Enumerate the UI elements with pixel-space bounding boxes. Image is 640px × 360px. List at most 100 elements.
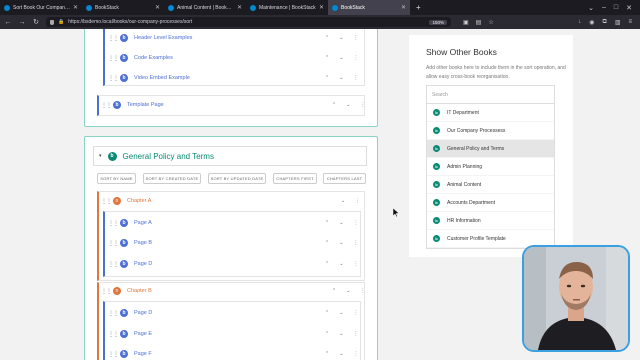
bookmark-icon[interactable]: ☆ <box>488 19 493 26</box>
address-bar[interactable]: 🔒 https://bsdemo.local/books/our-company… <box>46 17 451 27</box>
item-move-controls[interactable]: ⌃ ⌄ ⋮ <box>332 288 365 294</box>
item-move-controls[interactable]: ⌃ ⌄ ⋮ <box>325 331 358 337</box>
item-move-controls[interactable]: ⌃ ⌄ ⋮ <box>325 240 358 246</box>
drag-handle-icon[interactable]: ⋮⋮ <box>108 310 119 317</box>
drag-handle-icon[interactable]: ⋮⋮ <box>101 198 112 205</box>
browser-tab[interactable]: Animal Content | BookStack ✕ <box>164 0 246 15</box>
sortable-page-item[interactable]: ⋮⋮ b Page F <box>108 345 152 360</box>
book-list-item[interactable]: b IT Department <box>427 104 554 122</box>
book-list-item[interactable]: b Admin Planning <box>427 158 554 176</box>
drag-handle-icon[interactable]: ⋮⋮ <box>101 288 112 295</box>
drag-handle-icon[interactable]: ⋮⋮ <box>101 102 112 109</box>
item-move-controls[interactable]: ⌃ ⌄ ⋮ <box>325 310 358 316</box>
bookstack-favicon-icon <box>250 4 256 11</box>
sort-by-updated-date-button[interactable]: SORT BY UPDATED DATE <box>208 173 266 184</box>
book-list-item[interactable]: b HR Information <box>427 212 554 230</box>
sortable-page-item[interactable]: ⋮⋮ b Code Examples <box>108 49 173 67</box>
sortable-page-item[interactable]: ⋮⋮ b Page D <box>108 255 152 273</box>
drag-handle-icon[interactable]: ⋮⋮ <box>108 220 119 227</box>
sortable-page-item[interactable]: ⋮⋮ b Page D <box>108 304 152 322</box>
extension-icon[interactable]: ▣ <box>463 19 469 26</box>
book-name: Our Company Processess <box>447 127 506 134</box>
menu-icon[interactable]: ≡ <box>628 19 632 26</box>
drag-handle-icon[interactable]: ⋮⋮ <box>108 55 119 62</box>
item-move-controls[interactable]: ⌃ ⌄ ⋮ <box>325 75 358 81</box>
sort-by-name-button[interactable]: SORT BY NAME <box>97 173 136 184</box>
sortable-page-item[interactable]: ⋮⋮ b Page E <box>108 325 152 343</box>
extensions-icon[interactable]: ⧉ <box>603 19 607 26</box>
page-icon: b <box>120 330 128 338</box>
close-tab-icon[interactable]: ✕ <box>237 4 242 11</box>
book-name: General Policy and Terms <box>447 145 505 152</box>
chapters-first-button[interactable]: CHAPTERS FIRST <box>273 173 317 184</box>
sortable-page-item[interactable]: ⋮⋮ b Template Page <box>101 96 164 114</box>
close-tab-icon[interactable]: ✕ <box>155 4 160 11</box>
tab-list-icon[interactable]: ⌄ <box>588 4 594 12</box>
tab-title: Animal Content | BookStack <box>177 4 234 11</box>
browser-tab[interactable]: Maintenance | BookStack ✕ <box>246 0 328 15</box>
download-icon[interactable]: ↓ <box>578 19 581 26</box>
drag-handle-icon[interactable]: ⋮⋮ <box>108 75 119 82</box>
back-icon[interactable]: ← <box>4 19 12 26</box>
item-move-controls[interactable]: ⌃ ⌄ ⋮ <box>325 55 358 61</box>
close-tab-icon[interactable]: ✕ <box>401 4 406 11</box>
browser-tab[interactable]: Sort Book Our Company Pr...✕ <box>0 0 82 15</box>
browser-nav-bar: ← → ↻ 🔒 https://bsdemo.local/books/our-c… <box>0 15 640 29</box>
minimize-icon[interactable]: – <box>602 4 606 11</box>
item-move-controls[interactable]: ⌃ ⌄ ⋮ <box>332 102 365 108</box>
account-icon[interactable]: ◉ <box>589 19 594 26</box>
book-list-item[interactable]: b Accounts Department <box>427 194 554 212</box>
book-list-item[interactable]: b Animal Content <box>427 176 554 194</box>
library-icon[interactable]: ▥ <box>615 19 621 26</box>
book-list-item[interactable]: b Our Company Processess <box>427 122 554 140</box>
page-icon: b <box>120 54 128 62</box>
book-header[interactable]: ▾ b General Policy and Terms <box>93 146 367 166</box>
drag-handle-icon[interactable]: ⋮⋮ <box>108 261 119 268</box>
reader-icon[interactable]: ▤ <box>476 19 482 26</box>
close-window-icon[interactable]: ✕ <box>626 4 632 12</box>
close-tab-icon[interactable]: ✕ <box>319 4 324 11</box>
book-search-input[interactable]: Search <box>427 86 554 104</box>
book-list-item-selected[interactable]: b General Policy and Terms <box>427 140 554 158</box>
drag-handle-icon[interactable]: ⋮⋮ <box>108 331 119 338</box>
new-tab-icon[interactable]: + <box>410 0 427 15</box>
sortable-page-item[interactable]: ⋮⋮ b Video Embed Example <box>108 69 190 87</box>
item-move-controls[interactable]: ⌃ ⌄ ⋮ <box>325 351 358 357</box>
maximize-icon[interactable]: □ <box>614 4 618 11</box>
item-move-controls[interactable]: ⌃ ⌄ ⋮ <box>325 261 358 267</box>
move-up-icon: ⌃ <box>325 75 330 81</box>
drag-handle-icon[interactable]: ⋮⋮ <box>108 35 119 42</box>
forward-icon[interactable]: → <box>18 19 26 26</box>
sortable-page-item[interactable]: ⋮⋮ b Page B <box>108 234 152 252</box>
item-move-controls[interactable]: ⌃ ⌄ ⋮ <box>325 35 358 41</box>
item-move-controls[interactable]: ⌃ ⌄ ⋮ <box>325 220 358 226</box>
drag-handle-icon[interactable]: ⋮⋮ <box>108 351 119 358</box>
collapse-caret-icon[interactable]: ▾ <box>99 153 102 159</box>
more-options-icon: ⋮ <box>353 310 359 316</box>
tab-title: Maintenance | BookStack <box>259 4 316 11</box>
book-icon: b <box>433 163 440 170</box>
sortable-chapter-item[interactable]: ⋮⋮ ≡ Chapter B <box>101 282 152 300</box>
panel-description: Add other books here to include them in … <box>426 65 566 80</box>
browser-tab[interactable]: BookStack ✕ <box>82 0 164 15</box>
book-name: Animal Content <box>447 181 482 188</box>
sortable-page-item[interactable]: ⋮⋮ b Header Level Examples <box>108 29 192 47</box>
bookstack-favicon-icon <box>86 4 92 11</box>
move-down-icon: ⌄ <box>339 55 344 61</box>
window-controls: ⌄ – □ ✕ <box>588 0 640 15</box>
browser-tab-active[interactable]: BookStack ✕ <box>328 0 410 15</box>
sortable-chapter-item[interactable]: ⋮⋮ ≡ Chapter A <box>101 192 151 210</box>
close-tab-icon[interactable]: ✕ <box>73 4 78 11</box>
reload-icon[interactable]: ↻ <box>32 18 40 26</box>
sortable-page-item[interactable]: ⋮⋮ b Page A <box>108 214 152 232</box>
book-icon: b <box>433 199 440 206</box>
move-up-icon: ⌃ <box>325 55 330 61</box>
move-up-icon: ⌃ <box>325 240 330 246</box>
chapters-last-button[interactable]: CHAPTERS LAST <box>323 173 366 184</box>
item-move-controls[interactable]: ⌄ ⋮ <box>341 198 360 204</box>
move-up-icon: ⌃ <box>332 102 337 108</box>
drag-handle-icon[interactable]: ⋮⋮ <box>108 240 119 247</box>
zoom-badge[interactable]: 150% <box>429 19 447 25</box>
sort-by-created-date-button[interactable]: SORT BY CREATED DATE <box>143 173 201 184</box>
page-name: Code Examples <box>134 55 173 61</box>
